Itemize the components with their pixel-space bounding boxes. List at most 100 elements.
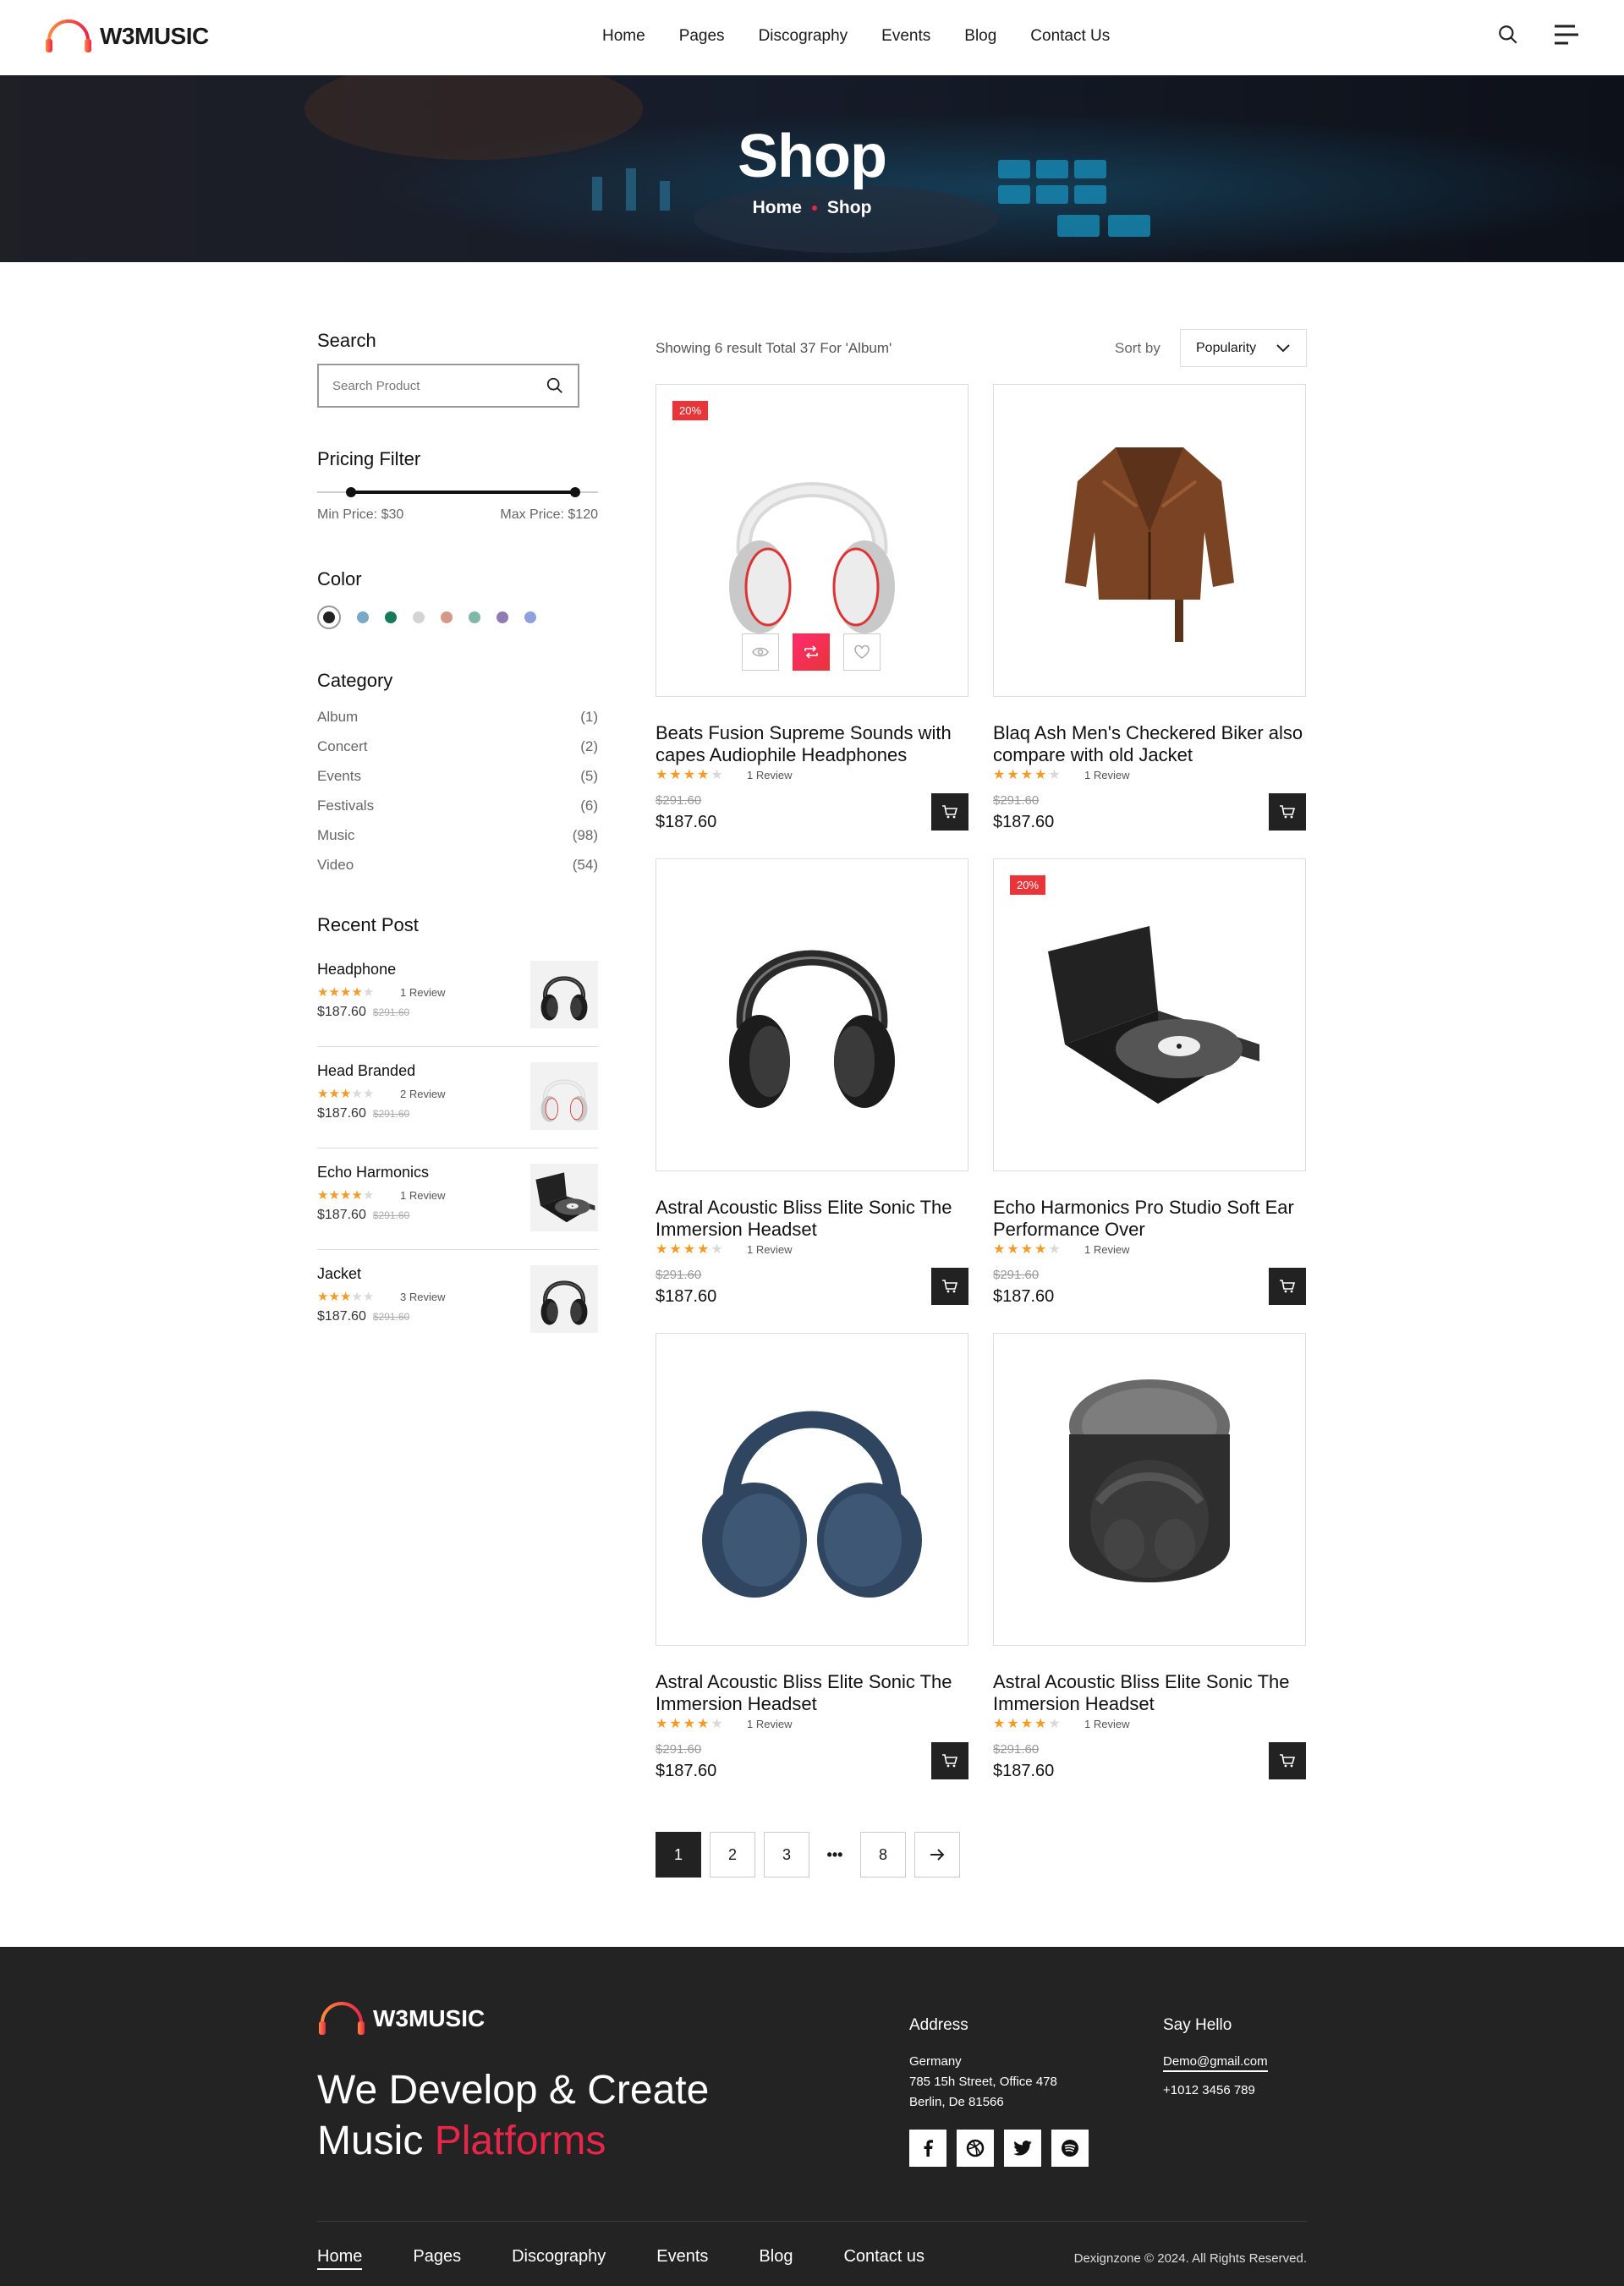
recent-post-name[interactable]: Echo Harmonics [317, 1164, 429, 1181]
recent-post-item[interactable]: Echo Harmonics ★★★★★ 1 Review $187.60 $291.6… [317, 1148, 598, 1250]
color-swatch[interactable] [385, 611, 397, 623]
recent-post-thumbnail[interactable] [530, 1062, 598, 1130]
add-to-cart-button[interactable] [931, 1268, 968, 1305]
add-to-cart-button[interactable] [1269, 793, 1306, 831]
next-page-button[interactable] [914, 1832, 960, 1878]
product-title[interactable]: Echo Harmonics Pro Studio Soft Ear Perfo… [993, 1197, 1306, 1241]
product-title[interactable]: Beats Fusion Supreme Sounds with capes A… [656, 722, 968, 766]
star-icon: ★ [351, 985, 363, 1000]
recent-post-thumbnail[interactable] [530, 1164, 598, 1231]
nav-discography[interactable]: Discography [759, 27, 848, 46]
footer-logo[interactable]: W3MUSIC [317, 1998, 485, 2040]
nav-home[interactable]: Home [602, 27, 645, 46]
recent-post-name[interactable]: Jacket [317, 1265, 361, 1283]
product-title[interactable]: Blaq Ash Men's Checkered Biker also comp… [993, 722, 1306, 766]
facebook-icon[interactable] [909, 2130, 946, 2167]
twitter-icon[interactable] [1004, 2130, 1041, 2167]
recent-post-item[interactable]: Headphone ★★★★★ 1 Review $187.60 $291.60 [317, 946, 598, 1047]
old-price: $291.60 [372, 1006, 410, 1018]
footer-slogan: We Develop & Create Music Platforms [317, 2065, 709, 2167]
star-icon: ★ [328, 985, 340, 1000]
color-swatch[interactable] [497, 611, 508, 623]
logo-icon [319, 2002, 365, 2038]
compare-button[interactable] [793, 633, 830, 671]
category-item[interactable]: Video (54) [317, 850, 598, 880]
footer-nav-home[interactable]: Home [317, 2247, 363, 2270]
footer-nav-blog[interactable]: Blog [759, 2247, 793, 2270]
category-item[interactable]: Concert (2) [317, 732, 598, 761]
product-title[interactable]: Astral Acoustic Bliss Elite Sonic The Im… [656, 1671, 968, 1715]
footer-nav-pages[interactable]: Pages [413, 2247, 461, 2270]
color-swatch[interactable] [357, 611, 369, 623]
menu-icon[interactable] [1553, 24, 1580, 46]
slider-handle-min[interactable] [345, 487, 356, 497]
product-image[interactable] [656, 858, 968, 1171]
breadcrumb-current: Shop [826, 198, 872, 217]
discount-badge: 20% [672, 401, 709, 420]
star-icon: ★ [328, 1188, 340, 1203]
category-item[interactable]: Album (1) [317, 702, 598, 732]
search-icon[interactable] [1497, 24, 1519, 46]
color-swatch[interactable] [524, 611, 536, 623]
page-1[interactable]: 1 [656, 1832, 701, 1878]
product-title[interactable]: Astral Acoustic Bliss Elite Sonic The Im… [993, 1671, 1306, 1715]
footer-email-link[interactable]: Demo@gmail.com [1163, 2054, 1268, 2072]
footer-nav-events[interactable]: Events [656, 2247, 708, 2270]
star-icon: ★ [1007, 768, 1021, 782]
nav-events[interactable]: Events [881, 27, 930, 46]
wishlist-button[interactable] [843, 633, 881, 671]
product-image[interactable] [993, 384, 1306, 697]
star-icon: ★ [1048, 768, 1062, 782]
spotify-icon[interactable] [1051, 2130, 1089, 2167]
page-8[interactable]: 8 [860, 1832, 906, 1878]
product-image[interactable] [993, 858, 1306, 1171]
color-swatch[interactable] [441, 611, 453, 623]
recent-post-name[interactable]: Head Branded [317, 1062, 415, 1080]
search-box[interactable]: Search Product [317, 364, 579, 408]
category-item[interactable]: Events (5) [317, 761, 598, 791]
footer-nav-discography[interactable]: Discography [512, 2247, 606, 2270]
add-to-cart-button[interactable] [1269, 1268, 1306, 1305]
search-icon[interactable] [546, 376, 564, 395]
price: $187.60 [317, 1106, 366, 1121]
slogan-highlight: Platforms [434, 2119, 606, 2163]
product-image[interactable] [656, 1333, 968, 1646]
nav-blog[interactable]: Blog [964, 27, 996, 46]
nav-pages[interactable]: Pages [679, 27, 725, 46]
recent-post-item[interactable]: Head Branded ★★★★★ 2 Review $187.60 $291.60 [317, 1047, 598, 1148]
nav-contact[interactable]: Contact Us [1030, 27, 1110, 46]
category-item[interactable]: Festivals (6) [317, 791, 598, 820]
add-to-cart-button[interactable] [931, 793, 968, 831]
color-swatch[interactable] [469, 611, 480, 623]
brand-logo[interactable]: W3MUSIC [44, 15, 209, 58]
add-to-cart-button[interactable] [1269, 1742, 1306, 1779]
breadcrumb-home[interactable]: Home [753, 198, 802, 217]
add-to-cart-button[interactable] [931, 1742, 968, 1779]
recent-post-thumbnail[interactable] [530, 961, 598, 1028]
footer-nav-contact[interactable]: Contact us [843, 2247, 924, 2270]
dribbble-icon[interactable] [957, 2130, 994, 2167]
page-2[interactable]: 2 [710, 1832, 755, 1878]
recent-post-thumbnail[interactable] [530, 1265, 598, 1333]
category-item[interactable]: Music (98) [317, 820, 598, 850]
star-icon: ★ [697, 1717, 711, 1731]
color-swatch[interactable] [317, 606, 341, 629]
price: $187.60 [993, 813, 1055, 831]
search-input[interactable]: Search Product [332, 379, 420, 393]
recent-post-item[interactable]: Jacket ★★★★★ 3 Review $187.60 $291.60 [317, 1250, 598, 1351]
sort-select[interactable]: Popularity [1180, 329, 1307, 367]
page-3[interactable]: 3 [764, 1832, 809, 1878]
product-title[interactable]: Astral Acoustic Bliss Elite Sonic The Im… [656, 1197, 968, 1241]
old-price: $291.60 [993, 1268, 1040, 1282]
recent-post-name[interactable]: Headphone [317, 961, 396, 979]
quick-view-button[interactable] [742, 633, 779, 671]
product-image[interactable] [993, 1333, 1306, 1646]
price-slider[interactable] [317, 487, 598, 497]
review-count: 3 Review [400, 1291, 446, 1303]
star-icon: ★ [351, 1290, 363, 1304]
color-swatch[interactable] [413, 611, 425, 623]
slider-handle-max[interactable] [570, 487, 581, 497]
social-links [909, 2130, 1089, 2167]
price: $187.60 [317, 1208, 366, 1222]
address-line-3: Berlin, De 81566 [909, 2095, 1004, 2109]
